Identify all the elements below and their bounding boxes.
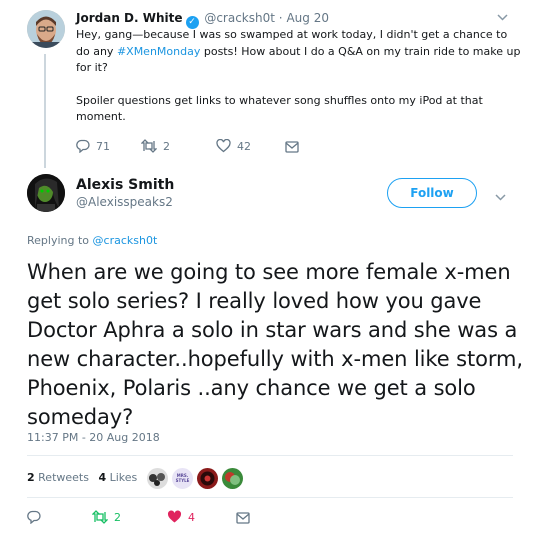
main-author-name[interactable]: Alexis Smith — [76, 176, 174, 194]
hashtag-link[interactable]: #XMenMonday — [117, 45, 200, 58]
liker-avatar-2-logo-text: MRS. STYLE — [175, 473, 190, 483]
parent-retweet-button[interactable]: 2 — [140, 139, 170, 155]
retweets-stat[interactable]: 2 Retweets — [27, 471, 89, 484]
retweet-icon — [91, 510, 109, 524]
likes-stat[interactable]: 4 Likes — [98, 471, 137, 484]
main-like-button[interactable]: 4 — [167, 510, 195, 526]
likes-number: 4 — [98, 471, 107, 484]
main-reply-button[interactable] — [27, 510, 47, 526]
engagement-stats: 2 Retweets 4 Likes — [27, 470, 137, 486]
liker-avatar-4[interactable] — [221, 467, 244, 490]
parent-retweet-count: 2 — [163, 140, 170, 153]
parent-like-button[interactable]: 42 — [216, 138, 251, 155]
parent-direct-message-button[interactable] — [285, 139, 305, 155]
parent-text-paragraph2: Spoiler questions get links to whatever … — [76, 93, 483, 124]
parent-author-avatar[interactable] — [27, 10, 65, 48]
parent-author-handle[interactable]: @cracksh0t — [204, 11, 275, 25]
main-direct-message-button[interactable] — [236, 510, 256, 526]
parent-tweet-menu-chevron-icon[interactable] — [497, 13, 508, 24]
parent-tweet-date[interactable]: Aug 20 — [286, 11, 329, 25]
replying-to-line: Replying to @cracksh0t — [27, 234, 157, 248]
parent-like-count: 42 — [237, 140, 251, 153]
heart-outline-icon — [216, 138, 231, 153]
retweets-number: 2 — [27, 471, 35, 484]
envelope-icon — [285, 141, 299, 153]
replying-to-prefix: Replying to — [27, 234, 93, 247]
likes-label: Likes — [109, 471, 138, 484]
divider-top — [27, 455, 513, 456]
retweets-label: Retweets — [38, 471, 89, 484]
main-like-count: 4 — [188, 511, 195, 524]
main-retweet-count: 2 — [114, 511, 121, 524]
parent-tweet-text: Hey, gang—because I was so swamped at wo… — [76, 27, 521, 126]
envelope-icon — [236, 512, 250, 524]
main-tweet-menu-chevron-icon[interactable] — [495, 186, 506, 205]
parent-reply-button[interactable]: 71 — [76, 139, 110, 155]
liker-avatar-1[interactable] — [146, 467, 169, 490]
parent-author-name[interactable]: Jordan D. White — [76, 11, 183, 25]
liker-avatar-3[interactable] — [196, 467, 219, 490]
main-tweet-timestamp[interactable]: 11:37 PM - 20 Aug 2018 — [27, 431, 160, 445]
reply-icon — [76, 139, 90, 154]
heart-filled-icon — [167, 510, 182, 523]
reply-icon — [27, 510, 41, 525]
divider-bottom — [27, 497, 513, 498]
follow-button[interactable]: Follow — [387, 178, 477, 208]
main-author-avatar[interactable] — [27, 174, 65, 212]
header-separator: · — [278, 11, 283, 25]
liker-avatar-2[interactable]: MRS. STYLE — [171, 467, 194, 490]
parent-reply-count: 71 — [96, 140, 110, 153]
thread-connector-line — [44, 54, 46, 168]
replying-to-mention[interactable]: @cracksh0t — [93, 234, 158, 247]
main-retweet-button[interactable]: 2 — [91, 510, 121, 526]
main-author-handle[interactable]: @Alexisspeaks2 — [76, 195, 173, 210]
retweet-icon — [140, 139, 158, 153]
main-tweet-text: When are we going to see more female x-m… — [27, 260, 523, 429]
